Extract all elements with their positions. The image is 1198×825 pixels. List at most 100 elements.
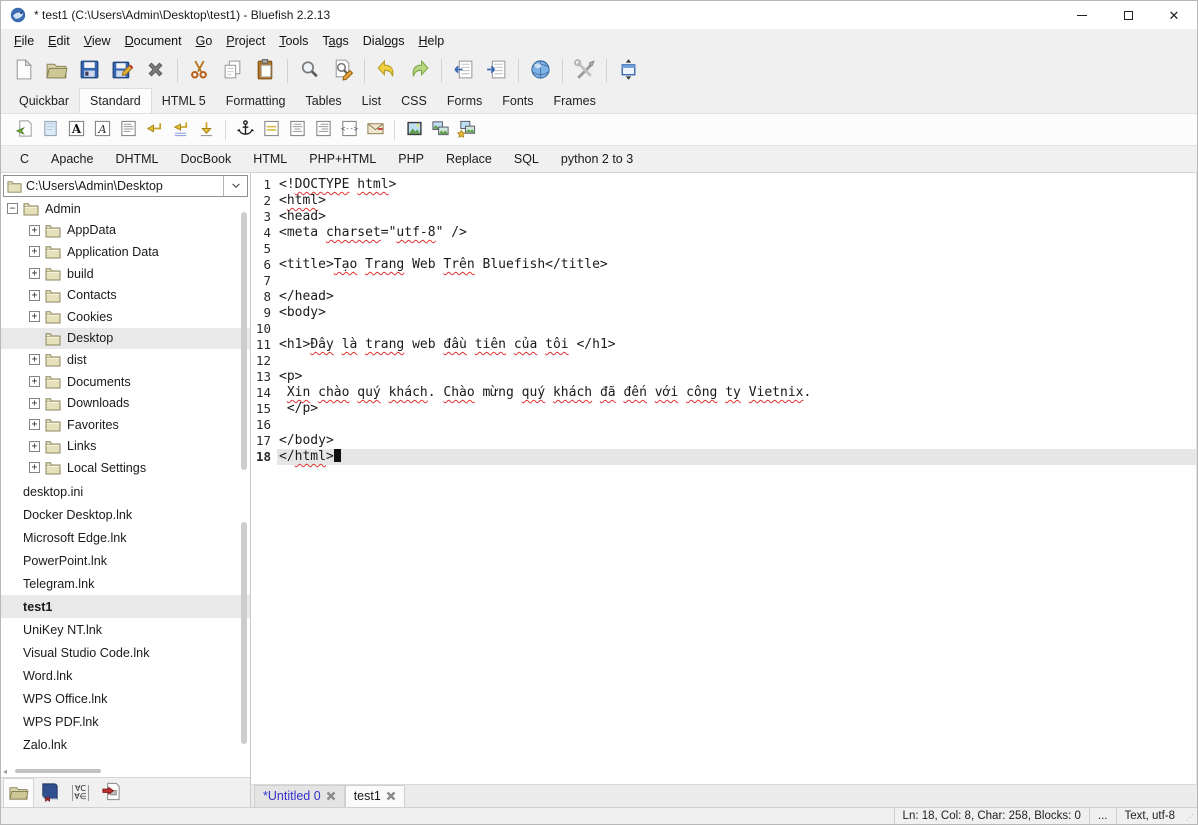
rule-button[interactable] <box>258 117 284 143</box>
tree-item[interactable]: +Contacts <box>1 284 250 306</box>
find-button[interactable] <box>293 56 326 86</box>
paste-button[interactable] <box>249 56 282 86</box>
expand-icon[interactable]: + <box>29 268 40 279</box>
tree-item[interactable]: +build <box>1 263 250 285</box>
tree-scrollbar[interactable] <box>239 212 249 480</box>
expand-icon[interactable]: + <box>29 398 40 409</box>
quickbar-tab-frames[interactable]: Frames <box>544 90 606 113</box>
break-clear-button[interactable] <box>167 117 193 143</box>
expand-icon[interactable]: + <box>29 290 40 301</box>
menu-view[interactable]: View <box>77 31 118 51</box>
menu-go[interactable]: Go <box>189 31 220 51</box>
undo-button[interactable] <box>370 56 403 86</box>
quickstart-button[interactable] <box>11 117 37 143</box>
language-tab-html[interactable]: HTML <box>242 147 298 171</box>
resize-grip[interactable]: ⋰ <box>1183 808 1197 824</box>
quickbar-tab-css[interactable]: CSS <box>391 90 437 113</box>
quickbar-tab-quickbar[interactable]: Quickbar <box>9 90 79 113</box>
tree-item[interactable]: +Cookies <box>1 306 250 328</box>
non-breaking-space-button[interactable] <box>193 117 219 143</box>
tree-scroll-thumb[interactable] <box>241 212 247 470</box>
expand-icon[interactable]: + <box>29 354 40 365</box>
email-button[interactable] <box>362 117 388 143</box>
directory-combo[interactable]: C:\Users\Admin\Desktop <box>3 175 248 197</box>
snippets-tab[interactable] <box>96 778 127 807</box>
file-browser-tab[interactable] <box>3 778 34 807</box>
find-replace-button[interactable] <box>326 56 359 86</box>
multi-thumbnail-button[interactable] <box>453 117 479 143</box>
file-item[interactable]: Zalo.lnk <box>1 733 250 756</box>
bookmarks-tab[interactable] <box>34 778 65 807</box>
file-item[interactable]: WPS PDF.lnk <box>1 710 250 733</box>
tree-item[interactable]: +Links <box>1 436 250 458</box>
file-item[interactable]: UniKey NT.lnk <box>1 618 250 641</box>
language-tab-apache[interactable]: Apache <box>40 147 104 171</box>
expand-icon[interactable]: + <box>29 311 40 322</box>
redo-button[interactable] <box>403 56 436 86</box>
unindent-button[interactable] <box>447 56 480 86</box>
thumbnail-button[interactable] <box>427 117 453 143</box>
tab-close-button[interactable] <box>326 791 336 801</box>
tree-item[interactable]: +Documents <box>1 371 250 393</box>
quickbar-tab-tables[interactable]: Tables <box>296 90 352 113</box>
break-button[interactable] <box>141 117 167 143</box>
tree-item[interactable]: +Desktop <box>1 328 250 350</box>
language-tab-php[interactable]: PHP <box>387 147 435 171</box>
right-justify-button[interactable] <box>310 117 336 143</box>
expand-icon[interactable]: + <box>29 376 40 387</box>
language-tab-replace[interactable]: Replace <box>435 147 503 171</box>
menu-edit[interactable]: Edit <box>41 31 77 51</box>
expand-icon[interactable]: + <box>29 462 40 473</box>
new-file-button[interactable] <box>7 56 40 86</box>
document-tab-test1[interactable]: test1 <box>345 785 405 807</box>
menu-project[interactable]: Project <box>219 31 272 51</box>
close-button[interactable]: ✕ <box>1151 1 1197 29</box>
save-button[interactable] <box>73 56 106 86</box>
file-item[interactable]: PowerPoint.lnk <box>1 549 250 572</box>
tree-item[interactable]: +Local Settings <box>1 457 250 479</box>
file-item[interactable]: Telegram.lnk <box>1 572 250 595</box>
file-item[interactable]: desktop.ini <box>1 480 250 503</box>
minimize-button[interactable] <box>1059 1 1105 29</box>
file-item[interactable]: Word.lnk <box>1 664 250 687</box>
tree-item[interactable]: +Favorites <box>1 414 250 436</box>
italic-button[interactable]: A <box>89 117 115 143</box>
cut-button[interactable] <box>183 56 216 86</box>
expand-icon[interactable]: + <box>29 441 40 452</box>
language-tab-sql[interactable]: SQL <box>503 147 550 171</box>
file-item[interactable]: Docker Desktop.lnk <box>1 503 250 526</box>
menu-help[interactable]: Help <box>411 31 451 51</box>
menu-file[interactable]: File <box>7 31 41 51</box>
body-button[interactable] <box>37 117 63 143</box>
fullscreen-button[interactable] <box>612 56 645 86</box>
quickbar-tab-forms[interactable]: Forms <box>437 90 492 113</box>
tree-item[interactable]: +AppData <box>1 220 250 242</box>
maximize-button[interactable] <box>1105 1 1151 29</box>
quickbar-tab-list[interactable]: List <box>352 90 391 113</box>
tree-item[interactable]: +Downloads <box>1 392 250 414</box>
language-tab-dhtml[interactable]: DHTML <box>104 147 169 171</box>
scroll-left-arrow-icon[interactable]: ◂ <box>3 767 7 776</box>
language-tab-docbook[interactable]: DocBook <box>170 147 243 171</box>
language-tab-python-2-to-3[interactable]: python 2 to 3 <box>550 147 644 171</box>
tree-item[interactable]: +Application Data <box>1 241 250 263</box>
quickbar-tab-html-5[interactable]: HTML 5 <box>152 90 216 113</box>
file-item[interactable]: test1 <box>1 595 250 618</box>
file-list-scrollbar[interactable] <box>239 482 249 754</box>
anchor-button[interactable] <box>232 117 258 143</box>
language-tab-php+html[interactable]: PHP+HTML <box>298 147 387 171</box>
language-tab-c[interactable]: C <box>9 147 40 171</box>
file-list-scroll-thumb[interactable] <box>241 522 247 744</box>
directory-dropdown-button[interactable] <box>223 176 247 196</box>
tree-item[interactable]: −Admin <box>1 198 250 220</box>
menu-dialogs[interactable]: Dialogs <box>356 31 412 51</box>
quickbar-tab-formatting[interactable]: Formatting <box>216 90 296 113</box>
menu-tools[interactable]: Tools <box>272 31 315 51</box>
file-item[interactable]: Microsoft Edge.lnk <box>1 526 250 549</box>
file-list-hscrollbar[interactable]: ◂ <box>1 765 250 777</box>
insert-image-button[interactable] <box>401 117 427 143</box>
code-editor[interactable]: 1<!DOCTYPE html>2<html>3<head>4<meta cha… <box>251 173 1197 784</box>
save-as-button[interactable] <box>106 56 139 86</box>
quickbar-tab-standard[interactable]: Standard <box>79 88 152 113</box>
hscroll-thumb[interactable] <box>15 769 101 773</box>
